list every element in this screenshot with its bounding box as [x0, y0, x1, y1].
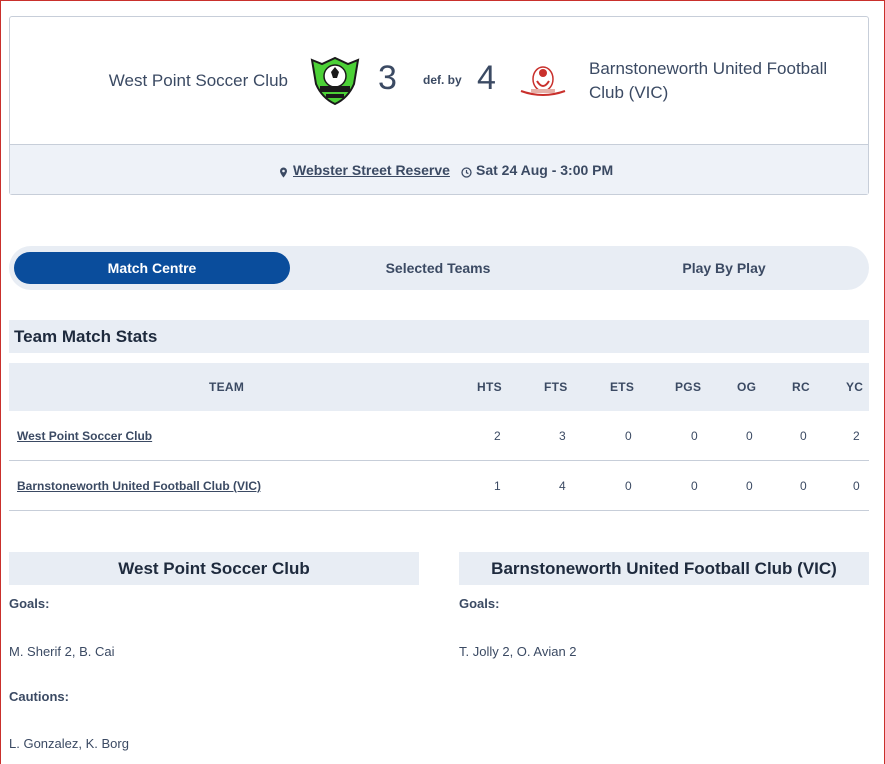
tab-bar: Match Centre Selected Teams Play By Play [9, 246, 869, 290]
col-fts: FTS [544, 380, 568, 394]
away-score: 4 [477, 59, 496, 97]
match-score-area: West Point Soccer Club 3 def. by 4 Barns… [10, 17, 868, 144]
cell-hts: 1 [494, 479, 501, 493]
home-goals-label: Goals: [9, 596, 50, 611]
cell-og: 0 [746, 429, 753, 443]
venue-info: Webster Street Reserve [278, 162, 450, 178]
team-link[interactable]: West Point Soccer Club [17, 429, 152, 443]
stats-table-header: TEAM HTS FTS ETS PGS OG RC YC [9, 363, 869, 411]
tab-match-centre[interactable]: Match Centre [14, 252, 290, 284]
match-card: West Point Soccer Club 3 def. by 4 Barns… [9, 16, 869, 195]
home-score: 3 [378, 59, 397, 97]
col-rc: RC [792, 380, 810, 394]
tab-selected-teams[interactable]: Selected Teams [295, 252, 581, 284]
cell-rc: 0 [800, 429, 807, 443]
table-row: West Point Soccer Club 2 3 0 0 0 0 2 [9, 411, 869, 461]
tab-play-by-play[interactable]: Play By Play [581, 252, 867, 284]
team-link[interactable]: Barnstoneworth United Football Club (VIC… [17, 479, 261, 493]
cell-yc: 2 [853, 429, 860, 443]
venue-link[interactable]: Webster Street Reserve [293, 162, 450, 178]
away-team-name[interactable]: Barnstoneworth United Football Club (VIC… [589, 57, 859, 105]
match-info-bar: Webster Street Reserve Sat 24 Aug - 3:00… [10, 144, 868, 194]
home-panel-title: West Point Soccer Club [9, 552, 419, 585]
col-yc: YC [846, 380, 864, 394]
cell-ets: 0 [625, 479, 632, 493]
away-goals-label: Goals: [459, 596, 500, 611]
cell-fts: 3 [559, 429, 566, 443]
away-team-logo-icon[interactable] [517, 61, 569, 101]
cell-ets: 0 [625, 429, 632, 443]
cell-pgs: 0 [691, 429, 698, 443]
home-team-name[interactable]: West Point Soccer Club [109, 71, 288, 91]
cell-hts: 2 [494, 429, 501, 443]
home-cautions-label: Cautions: [9, 689, 69, 704]
col-hts: HTS [477, 380, 502, 394]
location-pin-icon [278, 165, 289, 177]
col-ets: ETS [610, 380, 635, 394]
match-time: Sat 24 Aug - 3:00 PM [461, 162, 613, 178]
home-goals-value: M. Sherif 2, B. Cai [9, 644, 115, 659]
col-og: OG [737, 380, 757, 394]
datetime-text: Sat 24 Aug - 3:00 PM [476, 162, 614, 178]
cell-pgs: 0 [691, 479, 698, 493]
cell-fts: 4 [559, 479, 566, 493]
cell-og: 0 [746, 479, 753, 493]
col-team: TEAM [209, 380, 245, 394]
col-pgs: PGS [675, 380, 702, 394]
home-team-logo-icon[interactable] [308, 54, 362, 108]
away-goals-value: T. Jolly 2, O. Avian 2 [459, 644, 577, 659]
clock-icon [461, 165, 472, 178]
stats-section-title: Team Match Stats [9, 320, 869, 353]
result-text: def. by [423, 73, 462, 87]
cell-rc: 0 [800, 479, 807, 493]
table-row: Barnstoneworth United Football Club (VIC… [9, 461, 869, 511]
home-cautions-value: L. Gonzalez, K. Borg [9, 736, 129, 751]
cell-yc: 0 [853, 479, 860, 493]
away-panel-title: Barnstoneworth United Football Club (VIC… [459, 552, 869, 585]
